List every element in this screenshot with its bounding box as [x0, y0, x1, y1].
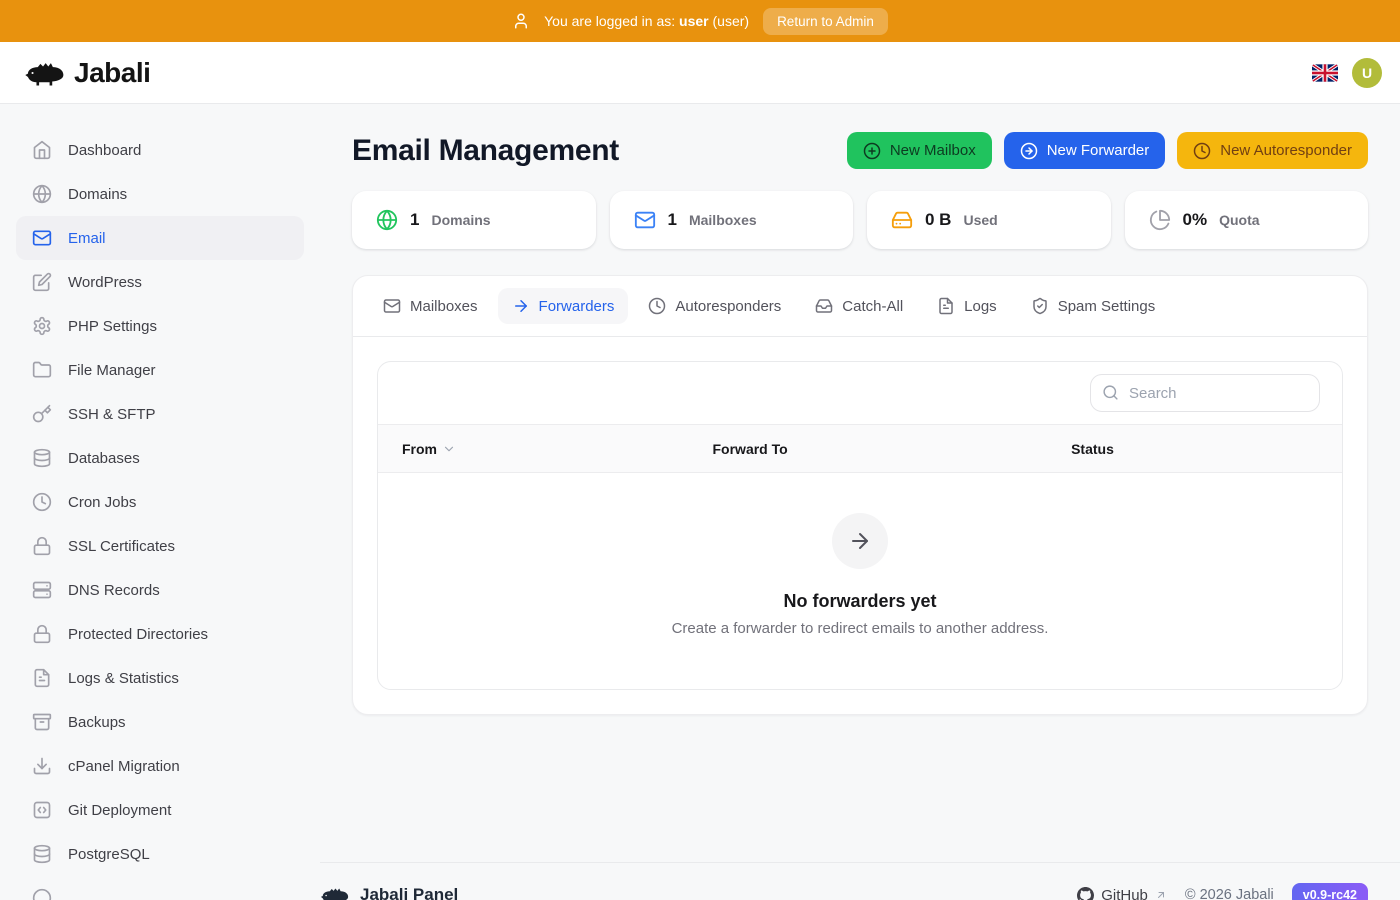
circle-icon	[32, 888, 52, 900]
tab-catch-all[interactable]: Catch-All	[801, 288, 917, 324]
column-header-forward-to: Forward To	[713, 441, 1072, 457]
new-mailbox-button[interactable]: New Mailbox	[847, 132, 992, 169]
chevron-down-icon	[442, 442, 456, 456]
new-autoresponder-button[interactable]: New Autoresponder	[1177, 132, 1368, 169]
impersonation-bar: You are logged in as: user (user) Return…	[0, 0, 1400, 42]
download-icon	[32, 756, 52, 776]
sidebar-item-git-deployment[interactable]: Git Deployment	[16, 788, 304, 832]
sidebar-item-protected-directories[interactable]: Protected Directories	[16, 612, 304, 656]
arrow-right-icon	[832, 513, 888, 569]
sidebar-item-partial[interactable]	[16, 876, 304, 900]
sidebar-item-cron-jobs[interactable]: Cron Jobs	[16, 480, 304, 524]
page-footer: Jabali Panel GitHub © 2026 Jabali v0.9-r…	[320, 862, 1400, 900]
search-input[interactable]	[1090, 374, 1320, 412]
key-icon	[32, 404, 52, 424]
stat-card-domains: 1 Domains	[352, 191, 596, 249]
main-content: Email Management New Mailbox New Forward…	[320, 104, 1400, 900]
forwarders-panel: From Forward To Status No forwarders yet	[377, 361, 1343, 690]
search-box	[1090, 374, 1320, 412]
sidebar-item-cpanel-migration[interactable]: cPanel Migration	[16, 744, 304, 788]
server-icon	[32, 580, 52, 600]
sidebar-item-ssl-certificates[interactable]: SSL Certificates	[16, 524, 304, 568]
sidebar-item-php-settings[interactable]: PHP Settings	[16, 304, 304, 348]
clock-icon	[648, 297, 666, 315]
edit-icon	[32, 272, 52, 292]
brand-logo[interactable]: Jabali	[24, 57, 150, 89]
file-text-icon	[32, 668, 52, 688]
sidebar-item-domains[interactable]: Domains	[16, 172, 304, 216]
github-link[interactable]: GitHub	[1077, 887, 1167, 900]
tab-logs[interactable]: Logs	[923, 288, 1011, 324]
sidebar-item-dns-records[interactable]: DNS Records	[16, 568, 304, 612]
sidebar-item-wordpress[interactable]: WordPress	[16, 260, 304, 304]
globe-icon	[376, 209, 398, 231]
tab-forwarders[interactable]: Forwarders	[498, 288, 629, 324]
mail-icon	[32, 228, 52, 248]
hard-drive-icon	[891, 209, 913, 231]
plus-circle-icon	[863, 142, 881, 160]
inbox-icon	[815, 297, 833, 315]
new-forwarder-button[interactable]: New Forwarder	[1004, 132, 1166, 169]
sidebar-item-logs-statistics[interactable]: Logs & Statistics	[16, 656, 304, 700]
github-icon	[1077, 887, 1094, 900]
sidebar-item-postgresql[interactable]: PostgreSQL	[16, 832, 304, 876]
globe-icon	[32, 184, 52, 204]
lock-icon	[32, 624, 52, 644]
language-flag-icon[interactable]	[1312, 64, 1338, 82]
stat-card-mailboxes: 1 Mailboxes	[610, 191, 854, 249]
search-icon	[1102, 384, 1119, 401]
home-icon	[32, 140, 52, 160]
logged-in-username: user	[679, 13, 709, 29]
sidebar-item-dashboard[interactable]: Dashboard	[16, 128, 304, 172]
gear-icon	[32, 316, 52, 336]
empty-state-title: No forwarders yet	[783, 591, 936, 612]
sidebar-item-ssh-sftp[interactable]: SSH & SFTP	[16, 392, 304, 436]
arrow-right-icon	[512, 297, 530, 315]
tab-spam-settings[interactable]: Spam Settings	[1017, 288, 1170, 324]
footer-brand: Jabali Panel	[320, 884, 458, 900]
sidebar-item-backups[interactable]: Backups	[16, 700, 304, 744]
logged-in-message: You are logged in as: user (user)	[544, 13, 749, 29]
boar-logo-icon	[24, 57, 66, 89]
table-header-row: From Forward To Status	[378, 424, 1342, 473]
external-link-icon	[1155, 889, 1167, 900]
database-icon	[32, 844, 52, 864]
pie-chart-icon	[1149, 209, 1171, 231]
column-header-from[interactable]: From	[378, 441, 713, 457]
tab-autoresponders[interactable]: Autoresponders	[634, 288, 795, 324]
footer-copyright: © 2026 Jabali	[1185, 887, 1274, 900]
lock-icon	[32, 536, 52, 556]
clock-icon	[32, 492, 52, 512]
sidebar-item-databases[interactable]: Databases	[16, 436, 304, 480]
archive-icon	[32, 712, 52, 732]
return-to-admin-button[interactable]: Return to Admin	[763, 8, 888, 35]
file-text-icon	[937, 297, 955, 315]
folder-icon	[32, 360, 52, 380]
mail-icon	[634, 209, 656, 231]
app-header: Jabali U	[0, 42, 1400, 104]
version-badge: v0.9-rc42	[1292, 883, 1368, 900]
empty-state-description: Create a forwarder to redirect emails to…	[672, 620, 1049, 637]
arrow-right-circle-icon	[1020, 142, 1038, 160]
user-avatar[interactable]: U	[1352, 58, 1382, 88]
stat-card-used: 0 B Used	[867, 191, 1111, 249]
sidebar-nav: Dashboard Domains Email WordPress PHP Se…	[0, 104, 320, 900]
tab-mailboxes[interactable]: Mailboxes	[369, 288, 492, 324]
column-header-status: Status	[1071, 441, 1342, 457]
sidebar-item-email[interactable]: Email	[16, 216, 304, 260]
mail-icon	[383, 297, 401, 315]
shield-check-icon	[1031, 297, 1049, 315]
brand-name: Jabali	[74, 57, 150, 89]
user-icon	[512, 12, 530, 30]
empty-state: No forwarders yet Create a forwarder to …	[378, 473, 1342, 689]
page-title: Email Management	[352, 134, 619, 168]
email-tabs: Mailboxes Forwarders Autoresponders Catc…	[353, 276, 1367, 337]
email-card: Mailboxes Forwarders Autoresponders Catc…	[352, 275, 1368, 715]
code-icon	[32, 800, 52, 820]
sidebar-item-file-manager[interactable]: File Manager	[16, 348, 304, 392]
boar-logo-icon	[320, 884, 350, 900]
stat-card-quota: 0% Quota	[1125, 191, 1369, 249]
database-icon	[32, 448, 52, 468]
clock-icon	[1193, 142, 1211, 160]
